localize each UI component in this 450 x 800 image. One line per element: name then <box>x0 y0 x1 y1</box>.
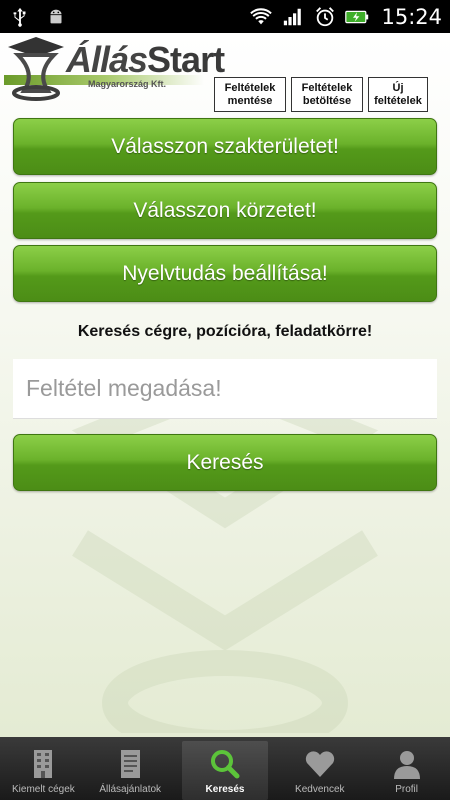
bottom-tab-bar: Kiemelt cégek Állásajánlatok Keresés Ked… <box>0 737 450 800</box>
android-debug-icon <box>50 9 62 23</box>
main-area: ÁllásStart Magyarország Kft. Feltételek … <box>0 33 450 737</box>
load-criteria-button[interactable]: Feltételek betöltése <box>291 77 363 112</box>
logo-watermark <box>71 373 379 733</box>
hourglass-logo-icon <box>8 37 64 101</box>
select-area-button[interactable]: Válasszon körzetet! <box>13 182 437 239</box>
usb-icon <box>13 7 26 27</box>
search-input[interactable] <box>13 359 437 419</box>
language-skills-button[interactable]: Nyelvtudás beállítása! <box>13 245 437 302</box>
document-icon <box>121 750 141 778</box>
heart-icon <box>305 751 334 777</box>
new-criteria-button[interactable]: Új feltételek <box>368 77 428 112</box>
tab-favorites[interactable]: Kedvencek <box>276 737 363 800</box>
search-prompt: Keresés cégre, pozícióra, feladatkörre! <box>77 323 373 340</box>
tab-profile[interactable]: Profil <box>363 737 450 800</box>
tab-label: Kedvencek <box>295 784 345 795</box>
tab-featured-companies[interactable]: Kiemelt cégek <box>0 737 87 800</box>
save-criteria-button[interactable]: Feltételek mentése <box>214 77 286 112</box>
search-icon <box>210 750 240 779</box>
clock: 15:24 <box>381 4 442 29</box>
tab-label: Kiemelt cégek <box>11 784 75 795</box>
logo-main-text: Állás <box>66 39 148 80</box>
building-icon <box>34 750 53 778</box>
battery-charging-icon <box>345 10 369 23</box>
signal-icon <box>284 8 302 25</box>
tab-search[interactable]: Keresés <box>181 741 269 800</box>
status-bar: 15:24 <box>0 0 450 33</box>
tab-label: Profil <box>395 784 418 795</box>
person-icon <box>393 751 420 779</box>
alarm-icon <box>316 6 335 26</box>
wifi-icon <box>250 7 273 24</box>
search-button[interactable]: Keresés <box>13 434 437 491</box>
tab-job-offers[interactable]: Állásajánlatok <box>87 737 174 800</box>
select-field-button[interactable]: Válasszon szakterületet! <box>13 118 437 175</box>
tab-label: Állásajánlatok <box>99 784 162 795</box>
logo-accent-text: Start <box>147 39 225 80</box>
logo-subtitle: Magyarország Kft. <box>88 79 167 89</box>
tab-label: Keresés <box>205 784 245 795</box>
logo-text: ÁllásStart <box>66 39 225 81</box>
